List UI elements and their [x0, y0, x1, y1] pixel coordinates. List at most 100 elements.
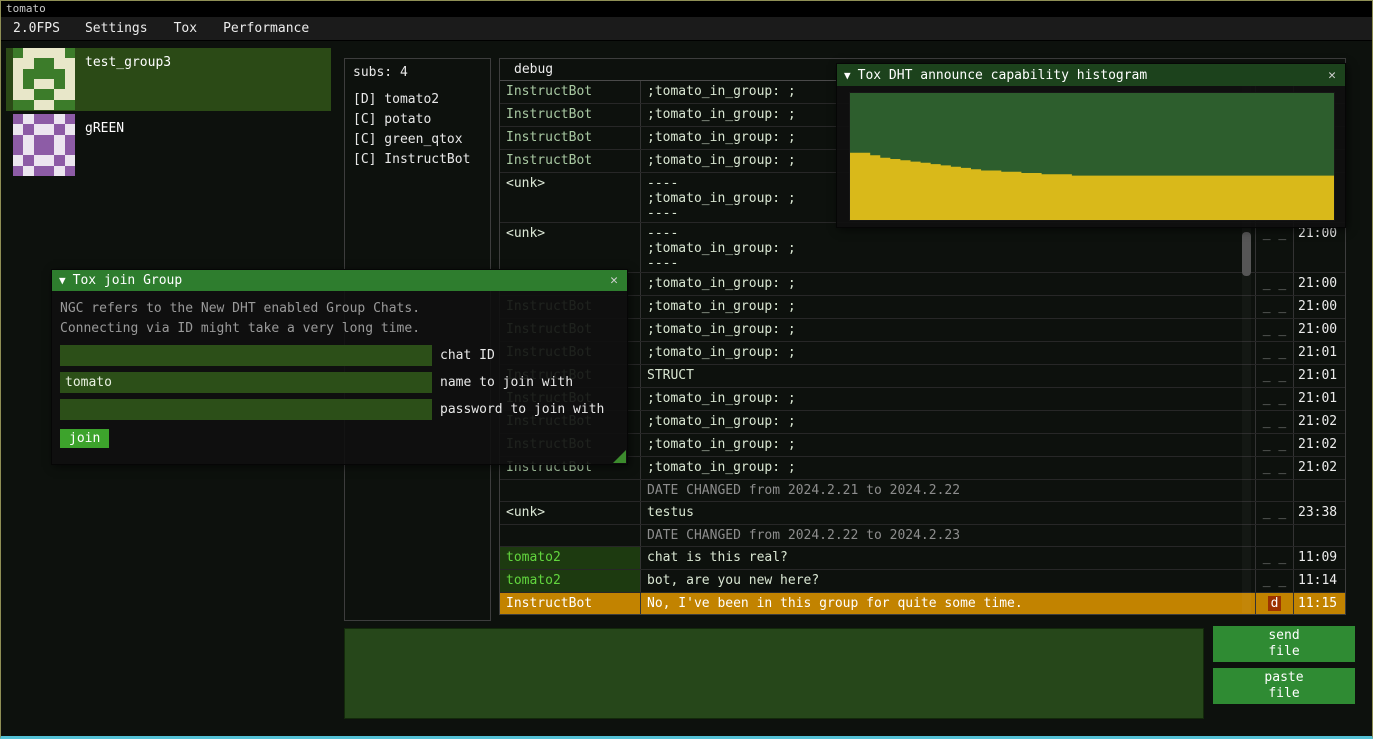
menubar-items: SettingsToxPerformance [72, 21, 322, 36]
avatar-pixel [34, 89, 44, 99]
histogram-series [850, 153, 1334, 220]
avatar-pixel [34, 166, 44, 176]
message-flags [1255, 480, 1293, 501]
join-input-password-to-join-with[interactable] [60, 399, 432, 420]
message-text: chat is this real? [640, 547, 1255, 569]
avatar-pixel [44, 145, 54, 155]
message-flags: _ _ [1255, 342, 1293, 364]
message-row[interactable]: <unk>testus_ _23:38 [500, 502, 1345, 525]
avatar-pixel [13, 114, 23, 124]
histogram-window-title: Tox DHT announce capability histogram [858, 68, 1148, 83]
message-text: ;tomato_in_group: ; [640, 388, 1255, 410]
avatar-pixel [13, 166, 23, 176]
avatar-pixel [65, 114, 75, 124]
message-row[interactable]: tomato2bot, are you new here?_ _11:14 [500, 570, 1345, 593]
avatar-pixel [23, 135, 33, 145]
subs-list-item[interactable]: [C] potato [353, 110, 482, 130]
collapse-arrow-icon[interactable]: ▼ [59, 274, 66, 287]
join-field-label: name to join with [440, 375, 573, 390]
tab-debug[interactable]: debug [500, 59, 567, 81]
send-file-label-1: send [1268, 628, 1299, 644]
message-row[interactable]: DATE CHANGED from 2024.2.21 to 2024.2.22 [500, 480, 1345, 502]
message-flags [1255, 525, 1293, 546]
message-flags: _ _ [1255, 273, 1293, 295]
message-text: ----;tomato_in_group: ;---- [640, 223, 1255, 272]
chat-input[interactable] [344, 628, 1204, 719]
avatar-pixel [44, 135, 54, 145]
message-flags: _ _ [1255, 547, 1293, 569]
join-group-window: ▼ Tox join Group ✕ NGC refers to the New… [51, 269, 628, 465]
close-icon[interactable]: ✕ [608, 273, 620, 288]
avatar-pixel [54, 124, 64, 134]
avatar-pixel [13, 69, 23, 79]
message-row[interactable]: <unk>----;tomato_in_group: ;----_ _21:00 [500, 223, 1345, 273]
send-file-button[interactable]: send file [1213, 626, 1355, 662]
avatar-pixel [13, 89, 23, 99]
subs-list-item[interactable]: [C] green_qtox [353, 130, 482, 150]
message-text: testus [640, 502, 1255, 524]
join-window-titlebar[interactable]: ▼ Tox join Group ✕ [52, 270, 627, 291]
avatar-pixel [54, 69, 64, 79]
avatar-pixel [13, 155, 23, 165]
message-row[interactable]: InstructBotNo, I've been in this group f… [500, 593, 1345, 614]
collapse-arrow-icon[interactable]: ▼ [844, 69, 851, 82]
join-field-row: name to join with [60, 372, 619, 393]
menu-item-settings[interactable]: Settings [72, 21, 161, 36]
message-time: 11:14 [1293, 570, 1345, 592]
message-sender: InstructBot [500, 593, 640, 614]
message-time: 11:15 [1293, 593, 1345, 614]
scrollbar-thumb[interactable] [1242, 232, 1251, 276]
join-window-body: NGC refers to the New DHT enabled Group … [52, 291, 627, 464]
menu-item-performance[interactable]: Performance [210, 21, 322, 36]
avatar-pixel [65, 48, 75, 58]
message-text: ;tomato_in_group: ; [640, 319, 1255, 341]
message-time: 21:00 [1293, 319, 1345, 341]
join-field-label: password to join with [440, 402, 604, 417]
message-row[interactable]: DATE CHANGED from 2024.2.22 to 2024.2.23 [500, 525, 1345, 547]
avatar-pixel [44, 100, 54, 110]
histogram-plot [849, 92, 1335, 221]
message-text: No, I've been in this group for quite so… [640, 593, 1255, 614]
message-row[interactable]: tomato2chat is this real?_ _11:09 [500, 547, 1345, 570]
histogram-area [850, 93, 1334, 220]
group-item-gREEN[interactable]: gREEN [6, 114, 331, 177]
avatar-pixel [54, 114, 64, 124]
message-time: 21:01 [1293, 365, 1345, 387]
avatar-pixel [54, 58, 64, 68]
message-text: DATE CHANGED from 2024.2.22 to 2024.2.23 [640, 525, 1255, 546]
paste-file-button[interactable]: paste file [1213, 668, 1355, 704]
subs-list-item[interactable]: [D] tomato2 [353, 90, 482, 110]
close-icon[interactable]: ✕ [1326, 68, 1338, 83]
menu-item-tox[interactable]: Tox [161, 21, 210, 36]
join-button[interactable]: join [60, 429, 109, 448]
avatar-pixel [34, 155, 44, 165]
join-info-line: NGC refers to the New DHT enabled Group … [60, 299, 619, 319]
join-window-title: Tox join Group [73, 273, 183, 288]
resize-grip[interactable] [613, 450, 626, 463]
group-item-test_group3[interactable]: test_group3 [6, 48, 331, 111]
message-sender: InstructBot [500, 150, 640, 172]
message-flags: _ _ [1255, 223, 1293, 272]
message-text: ;tomato_in_group: ; [640, 273, 1255, 295]
join-input-name-to-join-with[interactable] [60, 372, 432, 393]
avatar-pixel [13, 135, 23, 145]
avatar-pixel [54, 166, 64, 176]
message-text: ;tomato_in_group: ; [640, 434, 1255, 456]
subs-list-item[interactable]: [C] InstructBot [353, 150, 482, 170]
message-sender: tomato2 [500, 570, 640, 592]
message-time: 21:00 [1293, 296, 1345, 318]
message-text: ;tomato_in_group: ; [640, 457, 1255, 479]
avatar-pixel [34, 58, 44, 68]
message-sender: InstructBot [500, 104, 640, 126]
avatar-pixel [44, 58, 54, 68]
histogram-window-titlebar[interactable]: ▼ Tox DHT announce capability histogram … [837, 64, 1345, 86]
message-time: 23:38 [1293, 502, 1345, 524]
join-input-chat-ID[interactable] [60, 345, 432, 366]
message-sender [500, 525, 640, 546]
avatar-pixel [44, 79, 54, 89]
histogram-window: ▼ Tox DHT announce capability histogram … [836, 63, 1346, 228]
message-time: 11:09 [1293, 547, 1345, 569]
subs-list: [D] tomato2[C] potato[C] green_qtox[C] I… [353, 90, 482, 170]
main-content: test_group3gREEN subs: 4 [D] tomato2[C] … [1, 42, 1372, 736]
avatar-pixel [23, 69, 33, 79]
